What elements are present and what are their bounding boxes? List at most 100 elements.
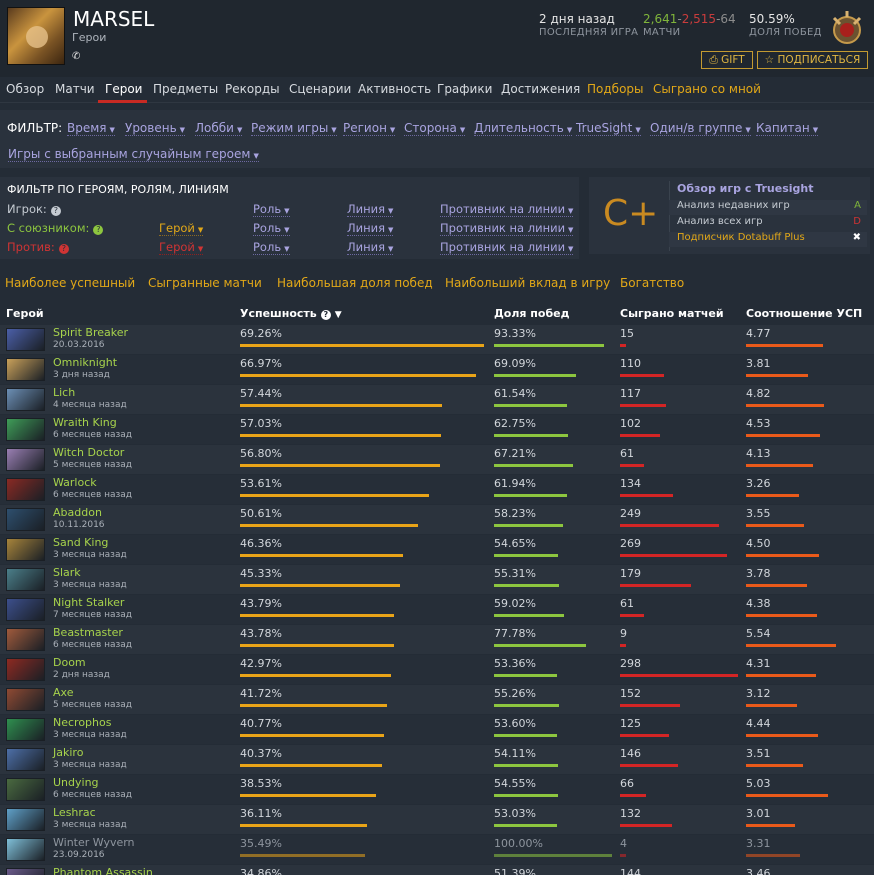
hero-icon[interactable] xyxy=(6,598,45,621)
player-lane-dropdown[interactable]: Линия ▼ xyxy=(347,202,394,217)
tab-most-successful[interactable]: Наиболее успешный xyxy=(5,276,135,290)
rank-medal-icon[interactable] xyxy=(826,8,868,50)
hero-icon[interactable] xyxy=(6,388,45,411)
col-success[interactable]: Успешность? ▼ xyxy=(240,307,342,320)
hero-name[interactable]: Beastmaster xyxy=(53,626,123,639)
tab-most-played[interactable]: Сыгранные матчи xyxy=(148,276,262,290)
truesight-title[interactable]: Обзор игр с Truesight xyxy=(669,182,867,197)
hero-icon[interactable] xyxy=(6,328,45,351)
truesight-row-plus[interactable]: Подписчик Dotabuff Plus ✖ xyxy=(669,232,867,247)
table-row[interactable]: Doom 2 дня назад 42.97% 53.36% 298 4.31 xyxy=(0,655,874,684)
table-row[interactable]: Wraith King 6 месяцев назад 57.03% 62.75% 10… xyxy=(0,415,874,444)
nav-matches[interactable]: Матчи xyxy=(55,82,95,96)
hero-icon[interactable] xyxy=(6,658,45,681)
filter-skill[interactable]: Уровень ▼ xyxy=(125,121,186,136)
hero-icon[interactable] xyxy=(6,838,45,861)
player-name[interactable]: MARSEL xyxy=(73,7,154,31)
filter-side[interactable]: Сторона ▼ xyxy=(404,121,466,136)
table-row[interactable]: Axe 5 месяцев назад 41.72% 55.26% 152 3.12 xyxy=(0,685,874,714)
nav-records[interactable]: Рекорды xyxy=(225,82,280,96)
col-kda[interactable]: Соотношение УСП xyxy=(746,307,862,320)
hero-icon[interactable] xyxy=(6,868,45,875)
table-row[interactable]: Necrophos 3 месяца назад 40.77% 53.60% 125 4.… xyxy=(0,715,874,744)
filter-lobby[interactable]: Лобби ▼ xyxy=(195,121,243,136)
nav-played-with-me[interactable]: Сыграно со мной xyxy=(653,82,761,96)
hero-name[interactable]: Spirit Breaker xyxy=(53,326,128,339)
nav-graphs[interactable]: Графики xyxy=(437,82,492,96)
player-role-dropdown[interactable]: Роль ▼ xyxy=(253,202,290,217)
table-row[interactable]: Warlock 6 месяцев назад 53.61% 61.94% 134 3.2… xyxy=(0,475,874,504)
table-row[interactable]: Spirit Breaker 20.03.2016 69.26% 93.33% 15 4.… xyxy=(0,325,874,354)
table-row[interactable]: Omniknight 3 дня назад 66.97% 69.09% 110 3.81 xyxy=(0,355,874,384)
nav-heroes[interactable]: Герои xyxy=(105,82,142,96)
tab-impact[interactable]: Наибольший вклад в игру xyxy=(445,276,610,290)
nav-activity[interactable]: Активность xyxy=(358,82,431,96)
phone-icon[interactable]: ✆ xyxy=(72,51,82,62)
filter-region[interactable]: Регион ▼ xyxy=(343,121,396,136)
table-row[interactable]: Beastmaster 6 месяцев назад 43.78% 77.78% 9 5… xyxy=(0,625,874,654)
nav-matchups[interactable]: Подборы xyxy=(587,82,644,96)
table-row[interactable]: Leshrac 3 месяца назад 36.11% 53.03% 132 3.01 xyxy=(0,805,874,834)
enemy-role-dropdown[interactable]: Роль ▼ xyxy=(253,240,290,255)
player-lane-opponent-dropdown[interactable]: Противник на линии ▼ xyxy=(440,202,574,217)
hero-icon[interactable] xyxy=(6,358,45,381)
filter-party[interactable]: Один/в группе ▼ xyxy=(650,121,751,136)
hero-name[interactable]: Leshrac xyxy=(53,806,96,819)
filter-captain[interactable]: Капитан ▼ xyxy=(756,121,819,136)
nav-items[interactable]: Предметы xyxy=(153,82,218,96)
table-row[interactable]: Night Stalker 7 месяцев назад 43.79% 59.02%… xyxy=(0,595,874,624)
col-played[interactable]: Сыграно матчей xyxy=(620,307,724,320)
hero-name[interactable]: Doom xyxy=(53,656,86,669)
hero-name[interactable]: Omniknight xyxy=(53,356,117,369)
ally-lane-dropdown[interactable]: Линия ▼ xyxy=(347,221,394,236)
hero-icon[interactable] xyxy=(6,718,45,741)
tab-highest-winrate[interactable]: Наибольшая доля побед xyxy=(277,276,433,290)
ally-hero-dropdown[interactable]: Герой ▼ xyxy=(159,221,204,236)
help-icon[interactable]: ? xyxy=(93,225,104,235)
help-icon[interactable]: ? xyxy=(58,244,69,254)
filter-game-mode[interactable]: Режим игры ▼ xyxy=(251,121,337,136)
hero-icon[interactable] xyxy=(6,688,45,711)
help-icon[interactable]: ? xyxy=(320,310,331,320)
table-row[interactable]: Slark 3 месяца назад 45.33% 55.31% 179 3.78 xyxy=(0,565,874,594)
hero-icon[interactable] xyxy=(6,538,45,561)
table-row[interactable]: Lich 4 месяца назад 57.44% 61.54% 117 4.82 xyxy=(0,385,874,414)
hero-name[interactable]: Winter Wyvern xyxy=(53,836,135,849)
hero-name[interactable]: Lich xyxy=(53,386,75,399)
ally-lane-opponent-dropdown[interactable]: Противник на линии ▼ xyxy=(440,221,574,236)
tab-wealth[interactable]: Богатство xyxy=(620,276,684,290)
avatar[interactable] xyxy=(7,7,65,65)
filter-time[interactable]: Время ▼ xyxy=(67,121,115,136)
hero-icon[interactable] xyxy=(6,508,45,531)
nav-overview[interactable]: Обзор xyxy=(6,82,44,96)
enemy-lane-opponent-dropdown[interactable]: Противник на линии ▼ xyxy=(440,240,574,255)
hero-name[interactable]: Warlock xyxy=(53,476,97,489)
table-row[interactable]: Undying 6 месяцев назад 38.53% 54.55% 66 5.03 xyxy=(0,775,874,804)
table-row[interactable]: Sand King 3 месяца назад 46.36% 54.65% 269 4.… xyxy=(0,535,874,564)
hero-name[interactable]: Undying xyxy=(53,776,99,789)
table-row[interactable]: Winter Wyvern 23.09.2016 35.49% 100.00% 4 3.3… xyxy=(0,835,874,864)
hero-icon[interactable] xyxy=(6,478,45,501)
table-row[interactable]: Phantom Assassin 34.86% 51.39% 144 3.46 xyxy=(0,865,874,875)
hero-name[interactable]: Sand King xyxy=(53,536,108,549)
enemy-hero-dropdown[interactable]: Герой ▼ xyxy=(159,240,204,255)
help-icon[interactable]: ? xyxy=(50,206,61,216)
hero-icon[interactable] xyxy=(6,628,45,651)
hero-name[interactable]: Necrophos xyxy=(53,716,111,729)
hero-name[interactable]: Phantom Assassin xyxy=(53,866,153,875)
hero-icon[interactable] xyxy=(6,568,45,591)
table-row[interactable]: Witch Doctor 5 месяцев назад 56.80% 67.21% 6… xyxy=(0,445,874,474)
filter-random-hero[interactable]: Игры с выбранным случайным героем ▼ xyxy=(8,147,259,162)
filter-truesight[interactable]: TrueSight ▼ xyxy=(576,121,641,136)
hero-name[interactable]: Wraith King xyxy=(53,416,117,429)
table-row[interactable]: Abaddon 10.11.2016 50.61% 58.23% 249 3.55 xyxy=(0,505,874,534)
gift-button[interactable]: ⎙ GIFT xyxy=(701,51,753,69)
col-hero[interactable]: Герой xyxy=(6,307,44,320)
hero-icon[interactable] xyxy=(6,448,45,471)
filter-duration[interactable]: Длительность ▼ xyxy=(474,121,573,136)
hero-icon[interactable] xyxy=(6,808,45,831)
hero-name[interactable]: Witch Doctor xyxy=(53,446,124,459)
hero-name[interactable]: Night Stalker xyxy=(53,596,124,609)
nav-achievements[interactable]: Достижения xyxy=(501,82,580,96)
subscribe-button[interactable]: ☆ ПОДПИСАТЬСЯ xyxy=(757,51,868,69)
